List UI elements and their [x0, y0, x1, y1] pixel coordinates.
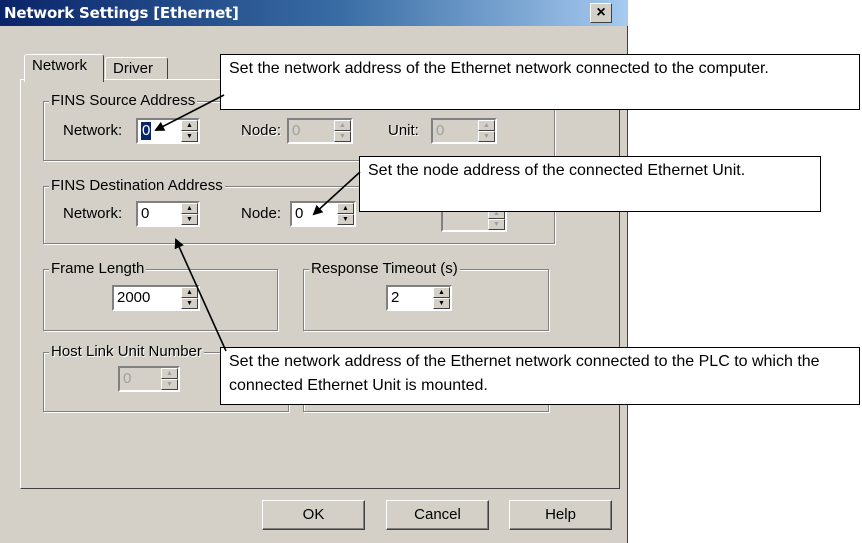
- spin-up-icon[interactable]: ▲: [181, 120, 198, 131]
- source-node-value: 0: [292, 122, 301, 139]
- source-network-label: Network:: [63, 122, 123, 139]
- tab-driver[interactable]: Driver: [105, 57, 168, 81]
- spin-down-icon[interactable]: ▼: [337, 214, 354, 225]
- dest-node-label: Node:: [241, 205, 282, 222]
- title-bar[interactable]: Network Settings [Ethernet] ×: [0, 0, 628, 26]
- source-network-value[interactable]: 0: [141, 122, 152, 140]
- spin-up-icon[interactable]: ▲: [337, 203, 354, 214]
- callout-dest-network: Set the network address of the Ethernet …: [220, 347, 860, 405]
- spin-up-icon[interactable]: ▲: [181, 203, 198, 214]
- spin-down-icon[interactable]: ▼: [181, 214, 198, 225]
- host-link-value: 0: [123, 370, 132, 387]
- ok-button[interactable]: OK: [262, 500, 365, 530]
- spin-down-icon: ▼: [161, 379, 178, 390]
- spin-down-icon[interactable]: ▼: [433, 298, 450, 309]
- source-unit-label: Unit:: [388, 122, 419, 139]
- spin-down-icon: ▼: [488, 219, 505, 230]
- help-button[interactable]: Help: [509, 500, 612, 530]
- response-timeout-spinbox[interactable]: 2 ▲ ▼: [386, 285, 452, 311]
- spin-up-icon: ▲: [478, 120, 495, 131]
- spin-up-icon[interactable]: ▲: [433, 287, 450, 298]
- response-timeout-legend: Response Timeout (s): [309, 260, 460, 278]
- host-link-legend: Host Link Unit Number: [49, 343, 204, 361]
- source-network-spinbox[interactable]: 0 ▲ ▼: [136, 118, 200, 144]
- callout-dest-node: Set the node address of the connected Et…: [359, 156, 821, 212]
- close-button[interactable]: ×: [590, 3, 612, 23]
- tab-network[interactable]: Network: [24, 54, 104, 82]
- spin-down-icon: ▼: [334, 131, 351, 142]
- dest-node-spinbox[interactable]: 0 ▲ ▼: [290, 201, 356, 227]
- fins-destination-legend: FINS Destination Address: [49, 177, 225, 195]
- response-timeout-value[interactable]: 2: [391, 289, 399, 307]
- spin-down-icon: ▼: [478, 131, 495, 142]
- source-unit-value: 0: [436, 122, 445, 139]
- dest-network-value[interactable]: 0: [141, 205, 149, 223]
- dest-node-value[interactable]: 0: [295, 205, 303, 223]
- spin-up-icon: ▲: [334, 120, 351, 131]
- spin-up-icon[interactable]: ▲: [181, 287, 198, 298]
- source-node-label: Node:: [241, 122, 282, 139]
- frame-length-spinbox[interactable]: 2000 ▲ ▼: [112, 285, 200, 311]
- window-title: Network Settings [Ethernet]: [4, 4, 239, 22]
- source-node-spinbox: 0 ▲ ▼: [287, 118, 353, 144]
- dest-network-label: Network:: [63, 205, 123, 222]
- spin-down-icon[interactable]: ▼: [181, 298, 198, 309]
- cancel-button[interactable]: Cancel: [386, 500, 489, 530]
- fins-source-legend: FINS Source Address: [49, 92, 198, 110]
- dest-network-spinbox[interactable]: 0 ▲ ▼: [136, 201, 200, 227]
- callout-source-network: Set the network address of the Ethernet …: [220, 54, 860, 110]
- host-link-spinbox: 0 ▲ ▼: [118, 366, 180, 392]
- spin-down-icon[interactable]: ▼: [181, 131, 198, 142]
- source-unit-spinbox: 0 ▲ ▼: [431, 118, 497, 144]
- spin-up-icon: ▲: [161, 368, 178, 379]
- frame-length-legend: Frame Length: [49, 260, 147, 278]
- frame-length-value[interactable]: 2000: [117, 289, 150, 307]
